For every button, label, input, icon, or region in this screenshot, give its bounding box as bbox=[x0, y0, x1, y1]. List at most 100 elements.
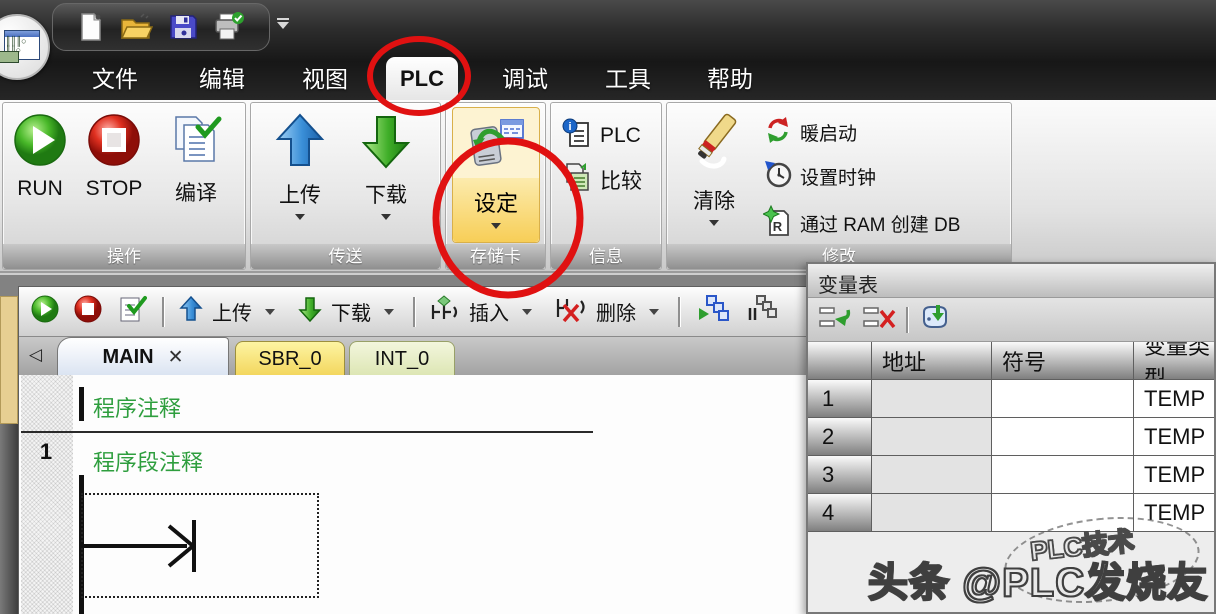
menu-plc-selected[interactable]: PLC bbox=[386, 57, 458, 100]
cell-symbol[interactable] bbox=[992, 380, 1134, 418]
compare-button[interactable]: 比较 bbox=[561, 161, 642, 198]
row-number[interactable]: 4 bbox=[808, 494, 872, 532]
ram-db-icon: R bbox=[763, 205, 793, 242]
ladder-editor-canvas[interactable]: 程序注释 1 程序段注释 bbox=[19, 375, 807, 614]
table-header-row: 地址 符号 变量类型 bbox=[808, 342, 1214, 380]
clear-button[interactable]: 清除 bbox=[681, 109, 747, 226]
upload-small-icon[interactable] bbox=[179, 296, 203, 327]
open-folder-icon[interactable] bbox=[119, 11, 153, 43]
editor-delete-caret[interactable] bbox=[649, 309, 659, 315]
ladder-branch-cursor bbox=[81, 513, 251, 583]
toolbar-customize-chevron-icon[interactable] bbox=[276, 18, 290, 29]
delete-element-icon[interactable] bbox=[555, 295, 587, 328]
warm-start-icon bbox=[763, 115, 793, 150]
eraser-icon bbox=[684, 109, 744, 180]
cell-address[interactable] bbox=[872, 418, 992, 456]
svg-text:R: R bbox=[773, 219, 783, 234]
editor-tab-bar: ◁ MAIN✕ SBR_0 INT_0 bbox=[19, 337, 807, 375]
row-number[interactable]: 2 bbox=[808, 418, 872, 456]
compare-icon bbox=[561, 161, 593, 198]
cell-var-type[interactable]: TEMP bbox=[1134, 456, 1214, 494]
menu-help[interactable]: 帮助 bbox=[700, 60, 760, 98]
upload-dropdown-caret[interactable] bbox=[295, 214, 305, 220]
menu-tools[interactable]: 工具 bbox=[598, 60, 658, 98]
row-number[interactable]: 1 bbox=[808, 380, 872, 418]
set-clock-button[interactable]: 设置时钟 bbox=[763, 159, 876, 194]
navigate-blocks-icon[interactable] bbox=[695, 294, 729, 329]
editor-delete-label[interactable]: 删除 bbox=[596, 297, 636, 326]
ribbon-group-label-transfer: 传送 bbox=[251, 244, 440, 269]
variable-table-title[interactable]: 变量表 bbox=[808, 264, 1214, 298]
tab-main[interactable]: MAIN✕ bbox=[57, 337, 229, 375]
upload-button[interactable]: 上传 bbox=[269, 113, 331, 220]
svg-text:i: i bbox=[568, 121, 571, 133]
header-symbol[interactable]: 符号 bbox=[992, 342, 1134, 380]
insert-row-icon[interactable] bbox=[818, 302, 852, 337]
network-divider bbox=[21, 431, 593, 433]
cell-address[interactable] bbox=[872, 380, 992, 418]
new-file-icon[interactable] bbox=[74, 11, 106, 43]
table-row: 3 TEMP bbox=[808, 456, 1214, 494]
cell-address[interactable] bbox=[872, 456, 992, 494]
toolbar-separator bbox=[906, 307, 908, 333]
cell-address[interactable] bbox=[872, 494, 992, 532]
run-small-icon[interactable] bbox=[31, 295, 59, 328]
menu-debug[interactable]: 调试 bbox=[495, 60, 555, 98]
variable-table: 地址 符号 变量类型 1 TEMP 2 TEMP 3 TEMP bbox=[808, 342, 1214, 532]
sort-filter-icon[interactable] bbox=[918, 302, 950, 337]
compile-button[interactable]: 编译 bbox=[161, 113, 231, 207]
editor-upload-label[interactable]: 上传 bbox=[212, 297, 252, 326]
stop-small-icon[interactable] bbox=[74, 295, 102, 328]
network-gutter bbox=[21, 375, 73, 614]
insert-element-icon[interactable] bbox=[430, 295, 460, 328]
run-icon bbox=[13, 113, 67, 172]
memory-card-set-button[interactable]: 设定 bbox=[452, 107, 540, 243]
download-button[interactable]: 下载 bbox=[355, 113, 417, 220]
print-icon[interactable] bbox=[212, 11, 248, 43]
editor-download-caret[interactable] bbox=[384, 309, 394, 315]
ribbon-group-modify: 清除 暖启动 设置时钟 R 通过 RAM 创建 DB bbox=[666, 102, 1012, 270]
run-button[interactable]: RUN bbox=[9, 113, 71, 201]
clear-dropdown-caret[interactable] bbox=[709, 220, 719, 226]
program-comment[interactable]: 程序注释 bbox=[93, 391, 181, 423]
create-db-from-ram-button[interactable]: R 通过 RAM 创建 DB bbox=[763, 205, 960, 242]
tab-sbr0[interactable]: SBR_0 bbox=[235, 341, 345, 375]
cell-var-type[interactable]: TEMP bbox=[1134, 418, 1214, 456]
download-small-icon[interactable] bbox=[298, 296, 322, 327]
download-dropdown-caret[interactable] bbox=[381, 214, 391, 220]
tab-close-icon[interactable]: ✕ bbox=[168, 347, 184, 368]
tab-scroll-left-icon[interactable]: ◁ bbox=[29, 345, 42, 365]
editor-insert-caret[interactable] bbox=[522, 309, 532, 315]
clock-icon bbox=[763, 159, 793, 194]
plc-info-button[interactable]: i PLC bbox=[561, 117, 641, 154]
menu-file[interactable]: 文件 bbox=[85, 60, 145, 98]
delete-row-icon[interactable] bbox=[862, 302, 896, 337]
editor-upload-caret[interactable] bbox=[265, 309, 275, 315]
row-number[interactable]: 3 bbox=[808, 456, 872, 494]
save-icon[interactable] bbox=[167, 11, 199, 43]
cell-var-type[interactable]: TEMP bbox=[1134, 380, 1214, 418]
set-button-highlight: 设定 bbox=[453, 178, 539, 242]
navigate-contacts-icon[interactable] bbox=[744, 294, 778, 329]
warm-start-button[interactable]: 暖启动 bbox=[763, 115, 857, 150]
editor-toolbar: 上传 下载 插入 删除 bbox=[19, 287, 807, 337]
cell-symbol[interactable] bbox=[992, 456, 1134, 494]
menu-view[interactable]: 视图 bbox=[295, 60, 355, 98]
download-arrow-icon bbox=[360, 113, 412, 174]
stop-button[interactable]: STOP bbox=[83, 113, 145, 201]
ribbon-group-memory-card: 设定 存储卡 bbox=[445, 102, 546, 270]
compile-small-icon[interactable] bbox=[117, 294, 147, 329]
header-var-type[interactable]: 变量类型 bbox=[1134, 342, 1214, 380]
network-comment[interactable]: 程序段注释 bbox=[93, 445, 203, 477]
navigation-pane-edge-dark bbox=[0, 424, 18, 614]
editor-insert-label[interactable]: 插入 bbox=[469, 297, 509, 326]
tab-int0[interactable]: INT_0 bbox=[349, 341, 455, 375]
editor-download-label[interactable]: 下载 bbox=[331, 297, 371, 326]
app-window: ║║║○ ║║○ 文件 编辑 视图 PLC 调试 工具 帮助 RUN STOP bbox=[0, 0, 1216, 614]
header-address[interactable]: 地址 bbox=[872, 342, 992, 380]
ribbon: RUN STOP 编译 操作 上传 bbox=[0, 100, 1216, 273]
menu-edit[interactable]: 编辑 bbox=[192, 60, 252, 98]
ribbon-group-label-information: 信息 bbox=[551, 244, 661, 269]
cell-symbol[interactable] bbox=[992, 418, 1134, 456]
set-dropdown-caret[interactable] bbox=[491, 223, 501, 229]
